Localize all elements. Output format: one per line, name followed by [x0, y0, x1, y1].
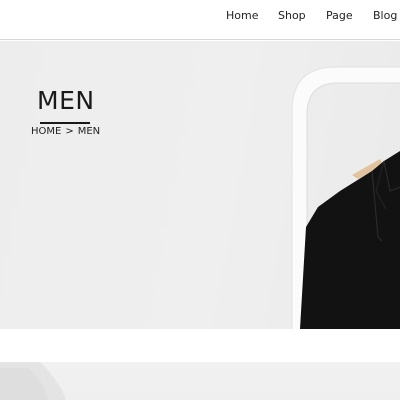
nav-link-blog[interactable]: Blog [373, 9, 397, 22]
product-section-preview [0, 362, 400, 400]
black-shirt [300, 151, 400, 329]
nav-link-home[interactable]: Home [226, 9, 258, 22]
section-spacer [0, 329, 400, 362]
section-image-edge [0, 362, 66, 400]
title-underline [40, 122, 90, 124]
banner-image [291, 66, 400, 329]
nav-link-page[interactable]: Page [326, 9, 353, 22]
breadcrumb: HOME > MEN [31, 126, 100, 137]
page-banner: MEN HOME > MEN [0, 41, 400, 329]
page-title: MEN [37, 86, 95, 115]
breadcrumb-separator-icon: > [65, 126, 74, 137]
breadcrumb-home-link[interactable]: HOME [31, 126, 61, 137]
top-navigation-bar: Home Shop Page Blog [0, 0, 400, 40]
nav-link-shop[interactable]: Shop [278, 9, 306, 22]
breadcrumb-current: MEN [77, 126, 101, 137]
